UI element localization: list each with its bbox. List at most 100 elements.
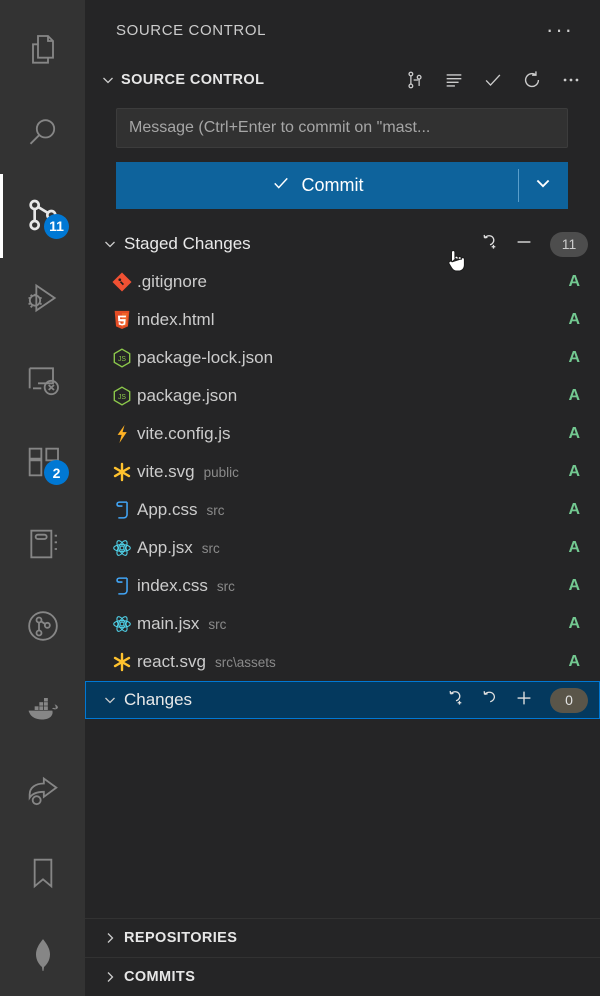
- share-icon: [23, 771, 63, 811]
- group-header-staged-changes[interactable]: Staged Changes 11: [85, 225, 600, 263]
- ellipsis-icon[interactable]: [560, 69, 582, 91]
- css3-icon: [107, 499, 137, 521]
- check-icon[interactable]: [482, 69, 504, 91]
- list-item[interactable]: JS package.json A: [85, 377, 600, 415]
- activity-bar-item-mongodb[interactable]: [0, 914, 85, 996]
- file-name: App.css: [137, 500, 198, 519]
- file-name: .gitignore: [137, 272, 207, 291]
- commit-dropdown-button[interactable]: [518, 162, 568, 209]
- activity-bar-item-git-graph[interactable]: [0, 585, 85, 667]
- list-item[interactable]: App.jsx src A: [85, 529, 600, 567]
- notebook-icon: [23, 524, 63, 564]
- vite-bolt-icon: [107, 423, 137, 445]
- react-icon: [107, 537, 137, 559]
- file-name: main.jsx: [137, 614, 200, 633]
- section-header-repositories[interactable]: REPOSITORIES: [85, 918, 600, 957]
- group-header-changes[interactable]: Changes 0: [85, 681, 600, 719]
- status-badge: A: [568, 577, 580, 594]
- status-badge: A: [568, 539, 580, 556]
- chevron-down-icon[interactable]: [99, 236, 121, 252]
- chevron-down-icon[interactable]: [99, 692, 121, 708]
- list-item[interactable]: main.jsx src A: [85, 605, 600, 643]
- list-item[interactable]: vite.svg public A: [85, 453, 600, 491]
- bookmark-icon: [23, 853, 63, 893]
- status-badge: A: [568, 311, 580, 328]
- activity-bar-item-run-and-debug[interactable]: [0, 257, 85, 339]
- file-name: react.svg: [137, 652, 206, 671]
- list-item[interactable]: index.css src A: [85, 567, 600, 605]
- panel-more-actions-button[interactable]: ···: [540, 19, 580, 41]
- page-title: SOURCE CONTROL: [116, 21, 267, 39]
- staged-changes-actions: 11: [479, 231, 588, 258]
- refresh-icon[interactable]: [521, 69, 543, 91]
- activity-bar-item-notebook[interactable]: [0, 503, 85, 585]
- list-item[interactable]: App.css src A: [85, 491, 600, 529]
- html5-icon: [107, 309, 137, 331]
- file-name: App.jsx: [137, 538, 193, 557]
- discard-icon[interactable]: [479, 687, 501, 714]
- activity-bar-item-explorer[interactable]: [0, 10, 85, 92]
- status-badge: A: [568, 501, 580, 518]
- plus-icon[interactable]: [513, 687, 535, 714]
- file-name: vite.svg: [137, 462, 195, 481]
- minus-icon[interactable]: [513, 231, 535, 258]
- list-item[interactable]: JS package-lock.json A: [85, 339, 600, 377]
- source-control-panel: SOURCE CONTROL ··· SOURCE CONTROL Messag…: [85, 0, 600, 996]
- changes-actions: 0: [445, 687, 588, 714]
- file-name: index.css: [137, 576, 208, 595]
- activity-bar-item-docker[interactable]: [0, 667, 85, 749]
- files-icon: [23, 31, 63, 71]
- list-item[interactable]: .gitignore A: [85, 263, 600, 301]
- chevron-right-icon[interactable]: [99, 930, 121, 946]
- nodejs-icon: JS: [107, 385, 137, 407]
- group-label-changes: Changes: [124, 690, 193, 709]
- check-icon: [271, 173, 291, 198]
- source-control-badge: 11: [44, 213, 69, 239]
- source-control-section-actions: [404, 69, 588, 91]
- status-badge: A: [568, 653, 580, 670]
- svg-asterisk-icon: [107, 461, 137, 483]
- commit-message-container: [85, 100, 600, 148]
- source-control-section-header[interactable]: SOURCE CONTROL: [85, 60, 600, 100]
- list-item[interactable]: vite.config.js A: [85, 415, 600, 453]
- file-directory: public: [203, 464, 239, 480]
- commit-button[interactable]: Commit: [116, 162, 518, 209]
- extensions-badge: 2: [44, 460, 69, 486]
- file-directory: src\assets: [214, 654, 276, 670]
- status-badge: A: [568, 425, 580, 442]
- chevron-right-icon[interactable]: [99, 969, 121, 985]
- list-item[interactable]: react.svg src\assets A: [85, 643, 600, 681]
- activity-bar-item-bookmarks[interactable]: [0, 832, 85, 914]
- activity-bar-item-search[interactable]: [0, 92, 85, 174]
- list-flat-icon[interactable]: [443, 69, 465, 91]
- source-control-section-title: SOURCE CONTROL: [121, 72, 265, 88]
- activity-bar-item-extensions[interactable]: 2: [0, 421, 85, 503]
- section-title-commits: COMMITS: [124, 969, 196, 985]
- file-name: index.html: [137, 310, 215, 329]
- svg-text:JS: JS: [118, 394, 126, 401]
- commit-message-input[interactable]: [116, 108, 568, 148]
- git-icon: [107, 271, 137, 293]
- list-item[interactable]: index.html A: [85, 301, 600, 339]
- mongodb-leaf-icon: [23, 935, 63, 975]
- activity-bar-item-remote-explorer[interactable]: [0, 339, 85, 421]
- chevron-down-icon[interactable]: [97, 72, 119, 88]
- git-graph-icon: [23, 606, 63, 646]
- section-title-repositories: REPOSITORIES: [124, 930, 238, 946]
- bottom-sections: REPOSITORIES COMMITS: [85, 918, 600, 996]
- source-control-tree: Staged Changes 11 .gitignore A index.htm…: [85, 225, 600, 918]
- activity-bar: 11 2: [0, 0, 85, 996]
- discard-plus-icon[interactable]: [445, 687, 467, 714]
- status-badge: A: [568, 273, 580, 290]
- activity-bar-item-source-control[interactable]: 11: [0, 174, 85, 259]
- css3-icon: [107, 575, 137, 597]
- discard-plus-icon[interactable]: [479, 231, 501, 258]
- group-label-staged-changes: Staged Changes: [124, 234, 251, 253]
- staged-changes-count-badge: 11: [550, 231, 588, 257]
- chevron-down-icon: [533, 173, 553, 198]
- file-directory: src: [206, 502, 225, 518]
- staged-files-list: .gitignore A index.html A JS package-loc…: [85, 263, 600, 681]
- source-control-graph-icon[interactable]: [404, 69, 426, 91]
- activity-bar-item-share[interactable]: [0, 750, 85, 832]
- section-header-commits[interactable]: COMMITS: [85, 957, 600, 996]
